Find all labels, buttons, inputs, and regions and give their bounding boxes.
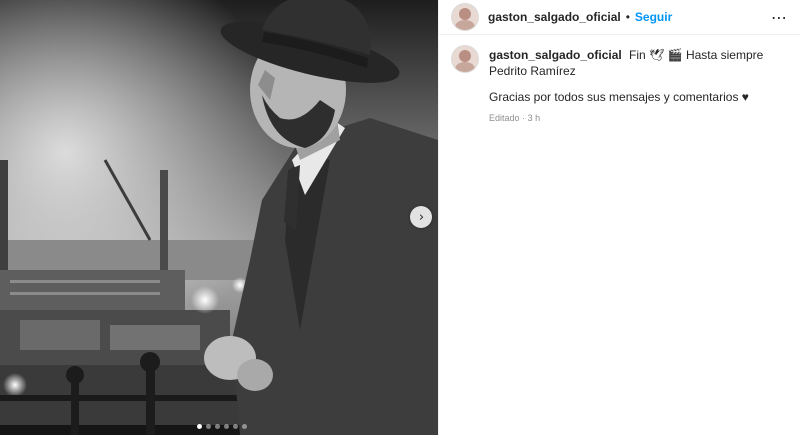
post-photo[interactable]: ›	[0, 0, 438, 435]
separator-dot: •	[625, 10, 630, 24]
follow-button[interactable]: Seguir	[635, 10, 672, 24]
caption-line-2: Gracias por todos sus mensajes y comenta…	[489, 90, 749, 104]
carousel-dot	[233, 424, 238, 429]
carousel-dot	[197, 424, 202, 429]
photo-image	[0, 0, 438, 435]
instagram-post: › gaston_salgado_oficial • Seguir ⋯ gast…	[0, 0, 800, 435]
chevron-right-icon: ›	[418, 209, 425, 225]
header-username[interactable]: gaston_salgado_oficial	[488, 10, 621, 24]
meta-separator: ·	[522, 113, 526, 123]
carousel-dot	[224, 424, 229, 429]
clapperboard-icon: 🎬	[667, 48, 683, 62]
next-photo-button[interactable]: ›	[410, 206, 432, 228]
avatar[interactable]	[451, 3, 479, 31]
post-caption: gaston_salgado_oficial Fin 🕊 🎬 Hasta sie…	[439, 35, 800, 126]
avatar[interactable]	[451, 45, 479, 73]
caption-body: gaston_salgado_oficial Fin 🕊 🎬 Hasta sie…	[489, 47, 788, 126]
more-options-icon[interactable]: ⋯	[771, 8, 788, 27]
carousel-dot	[215, 424, 220, 429]
caption-line-1: gaston_salgado_oficial Fin 🕊 🎬 Hasta sie…	[489, 47, 788, 79]
carousel-dot	[206, 424, 211, 429]
edited-label: Editado	[489, 113, 520, 123]
carousel-indicator	[197, 424, 247, 429]
post-time[interactable]: 3 h	[528, 113, 541, 123]
caption-username[interactable]: gaston_salgado_oficial	[489, 48, 622, 62]
post-meta: Editado · 3 h	[489, 110, 788, 126]
post-header: gaston_salgado_oficial • Seguir ⋯	[439, 0, 800, 35]
dove-icon: 🕊	[649, 48, 665, 62]
carousel-dot	[242, 424, 247, 429]
post-sidebar: gaston_salgado_oficial • Seguir ⋯ gaston…	[438, 0, 800, 435]
caption-text-start: Fin	[629, 48, 646, 62]
